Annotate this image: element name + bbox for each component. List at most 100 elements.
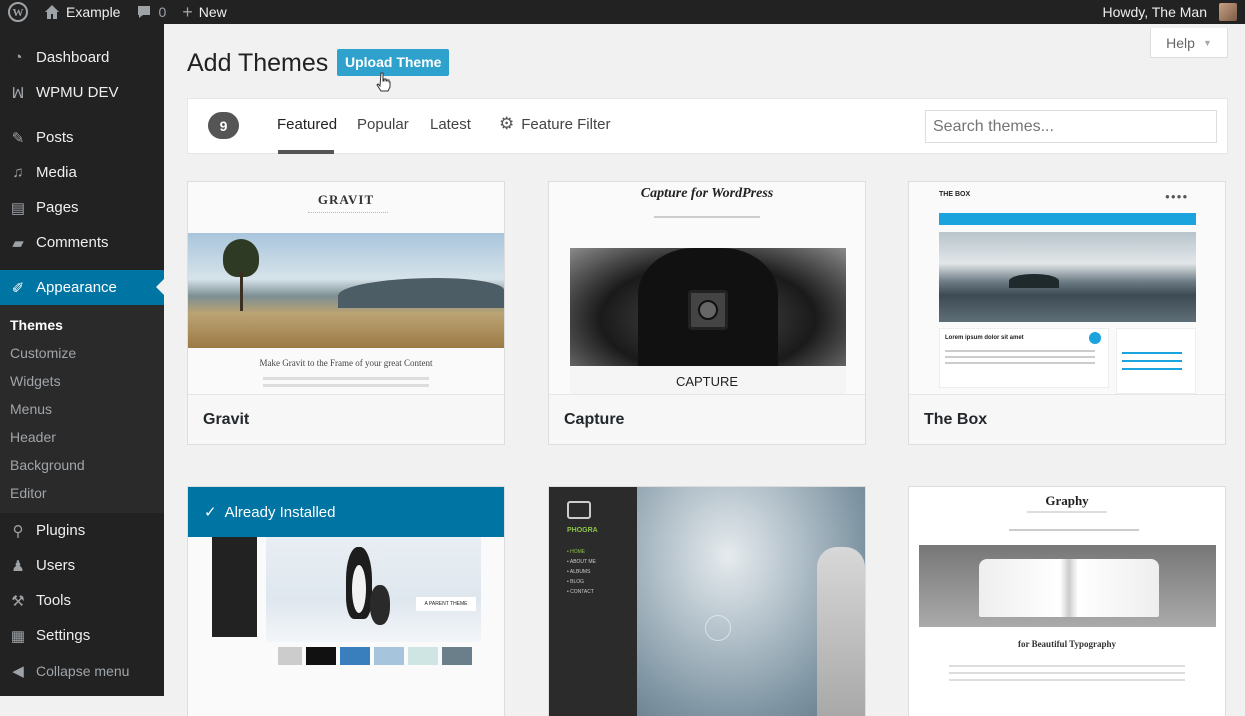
submenu-themes[interactable]: Themes bbox=[0, 311, 164, 339]
page-title: Add Themes bbox=[187, 49, 329, 77]
caret-down-icon: ▼ bbox=[1202, 37, 1212, 48]
camera-icon bbox=[567, 501, 591, 519]
site-name-link[interactable]: Example bbox=[36, 0, 128, 24]
new-content-link[interactable]: + New bbox=[174, 0, 235, 24]
book-image bbox=[919, 545, 1216, 627]
search-themes-input[interactable] bbox=[925, 110, 1217, 143]
menu-settings[interactable]: ▦ Settings bbox=[0, 618, 164, 653]
brush-icon: ✐ bbox=[11, 279, 25, 297]
plugin-icon: ⚲ bbox=[12, 522, 24, 540]
comments-link[interactable]: 0 bbox=[128, 0, 174, 24]
upload-theme-button[interactable]: Upload Theme bbox=[337, 49, 450, 76]
menu-label: WPMU DEV bbox=[36, 84, 119, 101]
theme-card-installed[interactable]: A PARENT THEME ✓ Already Installed bbox=[187, 486, 505, 716]
graphy-logo: Graphy bbox=[1045, 493, 1089, 508]
submenu-menus[interactable]: Menus bbox=[0, 395, 164, 423]
new-label: New bbox=[198, 4, 227, 20]
menu-users[interactable]: ♟ Users bbox=[0, 548, 164, 583]
already-installed-banner: ✓ Already Installed bbox=[188, 487, 504, 537]
submenu-background[interactable]: Background bbox=[0, 451, 164, 479]
tab-latest[interactable]: Latest bbox=[430, 116, 471, 133]
landscape-image bbox=[188, 233, 504, 348]
avatar bbox=[1219, 3, 1237, 21]
theme-card-graphy[interactable]: Graphy for Beautiful Typography bbox=[908, 486, 1226, 716]
camera-photo bbox=[570, 248, 846, 366]
comments-count: 0 bbox=[158, 4, 167, 20]
submenu-header[interactable]: Header bbox=[0, 423, 164, 451]
theme-screenshot: Graphy for Beautiful Typography bbox=[909, 487, 1225, 716]
menu-tools[interactable]: ⚒ Tools bbox=[0, 583, 164, 618]
submenu-widgets[interactable]: Widgets bbox=[0, 367, 164, 395]
menu-pages[interactable]: ▤ Pages bbox=[0, 190, 164, 225]
menu-label: Users bbox=[36, 557, 76, 574]
theme-card-gravit[interactable]: GRAVIT Make Gravit to the Frame of your … bbox=[187, 181, 505, 445]
lake-image bbox=[939, 232, 1196, 322]
menu-label: Pages bbox=[36, 199, 79, 216]
menu-label: Settings bbox=[36, 627, 91, 644]
users-icon: ♟ bbox=[11, 557, 25, 575]
theme-screenshot: A PARENT THEME ✓ Already Installed bbox=[188, 487, 504, 716]
menu-label: Dashboard bbox=[36, 49, 110, 66]
theme-screenshot: GRAVIT Make Gravit to the Frame of your … bbox=[188, 182, 504, 394]
settings-icon: ▦ bbox=[10, 627, 26, 645]
menu-plugins[interactable]: ⚲ Plugins bbox=[0, 513, 164, 548]
admin-bar: W Example 0 + New Howdy, The Man bbox=[0, 0, 1245, 24]
theme-name: Gravit bbox=[188, 394, 504, 444]
phogra-logo: PHOGRA bbox=[567, 527, 598, 534]
parent-theme-label: A PARENT THEME bbox=[416, 597, 476, 611]
penguin-image: A PARENT THEME bbox=[266, 537, 481, 642]
pages-icon: ▤ bbox=[10, 199, 26, 217]
svg-text:W: W bbox=[13, 7, 24, 19]
howdy-text: Howdy, The Man bbox=[1102, 4, 1207, 20]
admin-sidebar: ◔ Dashboard ꟽ WPMU DEV ✎ Posts ♫ Media ▤… bbox=[0, 24, 164, 696]
theme-card-capture[interactable]: Capture for WordPress CAPTURE Capture bbox=[548, 181, 866, 445]
capture-tagline: CAPTURE bbox=[675, 374, 739, 389]
phogra-menu-home: • HOME bbox=[567, 549, 586, 555]
phogra-menu-about: • ABOUT ME bbox=[567, 559, 596, 565]
wordpress-logo-icon[interactable]: W bbox=[0, 0, 36, 24]
home-icon bbox=[45, 5, 59, 19]
gear-icon: ⚙ bbox=[499, 114, 515, 133]
menu-wpmudev[interactable]: ꟽ WPMU DEV bbox=[0, 75, 164, 110]
menu-posts[interactable]: ✎ Posts bbox=[0, 120, 164, 155]
menu-comments[interactable]: ▰ Comments bbox=[0, 225, 164, 260]
gravit-tagline: Make Gravit to the Frame of your great C… bbox=[259, 358, 433, 368]
menu-appearance[interactable]: ✐ Appearance bbox=[0, 270, 164, 305]
penguin-sidebar bbox=[212, 537, 257, 637]
comment-bubble-icon bbox=[138, 6, 151, 18]
tab-featured[interactable]: Featured bbox=[277, 116, 337, 133]
menu-media[interactable]: ♫ Media bbox=[0, 155, 164, 190]
feature-filter-label: Feature Filter bbox=[521, 115, 611, 133]
theme-filter-bar: 9 Featured Popular Latest ⚙ Feature Filt… bbox=[187, 98, 1228, 154]
theme-card-the-box[interactable]: THE BOX ●●●● Lorem ipsum dolor sit amet … bbox=[908, 181, 1226, 445]
appearance-submenu: Themes Customize Widgets Menus Header Ba… bbox=[0, 305, 164, 513]
capture-logo: Capture for WordPress bbox=[640, 186, 774, 201]
pin-icon: ✎ bbox=[11, 129, 25, 147]
hand-cursor-icon bbox=[376, 72, 391, 92]
theme-screenshot: THE BOX ●●●● Lorem ipsum dolor sit amet bbox=[909, 182, 1225, 394]
submenu-editor[interactable]: Editor bbox=[0, 479, 164, 507]
tab-feature-filter[interactable]: ⚙ Feature Filter bbox=[499, 114, 610, 134]
wpmudev-icon: ꟽ bbox=[11, 84, 25, 102]
menu-label: Media bbox=[36, 164, 77, 181]
check-icon: ✓ bbox=[204, 504, 217, 521]
menu-label: Comments bbox=[36, 234, 109, 251]
tab-popular[interactable]: Popular bbox=[357, 116, 409, 133]
menu-dashboard[interactable]: ◔ Dashboard bbox=[0, 40, 164, 75]
collapse-menu-button[interactable]: ◀ Collapse menu bbox=[0, 653, 164, 688]
theme-screenshot: Capture for WordPress CAPTURE bbox=[549, 182, 865, 394]
menu-label: Tools bbox=[36, 592, 72, 609]
active-tab-indicator bbox=[278, 150, 334, 154]
theme-card-phogra[interactable]: PHOGRA • HOME • ABOUT ME • ALBUMS • BLOG… bbox=[548, 486, 866, 716]
phogra-menu-blog: • BLOG bbox=[567, 579, 585, 585]
phogra-menu-contact: • CONTACT bbox=[567, 589, 594, 595]
phogra-sidebar: PHOGRA • HOME • ABOUT ME • ALBUMS • BLOG… bbox=[549, 487, 637, 716]
help-tab[interactable]: Help ▼ bbox=[1150, 28, 1228, 58]
media-icon: ♫ bbox=[12, 164, 24, 181]
theme-screenshot: PHOGRA • HOME • ABOUT ME • ALBUMS • BLOG… bbox=[549, 487, 865, 716]
dashboard-icon: ◔ bbox=[13, 49, 23, 66]
theme-name: Capture bbox=[549, 394, 865, 444]
submenu-customize[interactable]: Customize bbox=[0, 339, 164, 367]
main-content: Add Themes Upload Theme Help ▼ 9 Feature… bbox=[164, 24, 1245, 716]
account-menu[interactable]: Howdy, The Man bbox=[1094, 0, 1245, 24]
